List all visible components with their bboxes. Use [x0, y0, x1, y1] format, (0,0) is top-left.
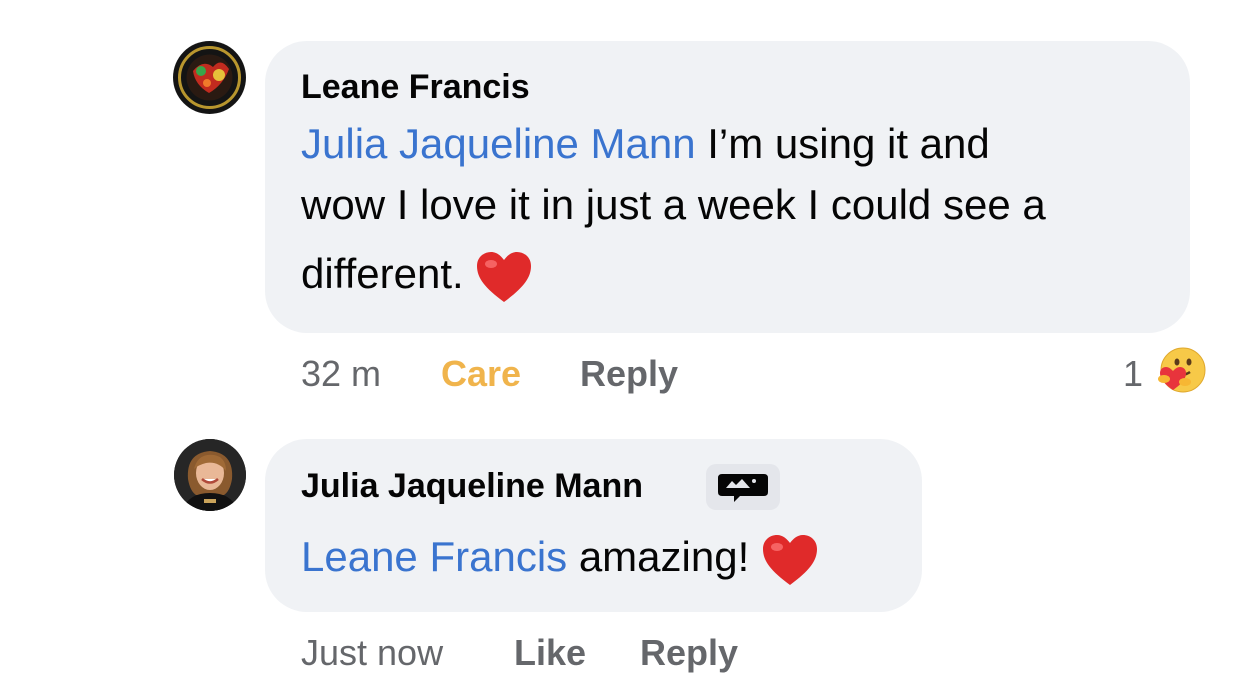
avatar-leane-francis[interactable] — [173, 41, 246, 114]
heart-emoji-icon — [762, 535, 817, 585]
reply-button[interactable]: Reply — [640, 632, 738, 674]
author-badge[interactable] — [706, 464, 780, 510]
heart-emoji-icon — [477, 252, 532, 302]
comment-timestamp[interactable]: Just now — [301, 632, 443, 674]
author-chat-badge-icon — [718, 474, 768, 502]
reply-button[interactable]: Reply — [580, 353, 678, 395]
comment-text-line: Leane Francis amazing! — [301, 533, 819, 587]
comment-text-line: different. — [301, 250, 533, 304]
comment-text: different. — [301, 250, 464, 298]
comment-text-line: Julia Jaqueline Mann I’m using it and — [301, 120, 990, 168]
comment-timestamp[interactable]: 32 m — [301, 353, 381, 395]
comment-text-line: wow I love it in just a week I could see… — [301, 181, 1046, 228]
profile-photo-logo — [173, 41, 246, 114]
avatar-julia-jaqueline-mann[interactable] — [174, 439, 246, 511]
care-emoji-icon[interactable] — [1157, 346, 1207, 394]
care-reaction-button[interactable]: Care — [441, 353, 521, 395]
reaction-count[interactable]: 1 — [1123, 353, 1143, 395]
comment-text: I’m using it and — [695, 120, 990, 167]
like-button[interactable]: Like — [514, 632, 586, 674]
comment-author[interactable]: Leane Francis — [301, 68, 530, 107]
comment-text: amazing! — [567, 533, 750, 581]
mention-link[interactable]: Julia Jaqueline Mann — [301, 120, 696, 167]
comment-author[interactable]: Julia Jaqueline Mann — [301, 467, 643, 506]
profile-photo-woman — [174, 439, 246, 511]
mention-link[interactable]: Leane Francis — [301, 533, 567, 580]
